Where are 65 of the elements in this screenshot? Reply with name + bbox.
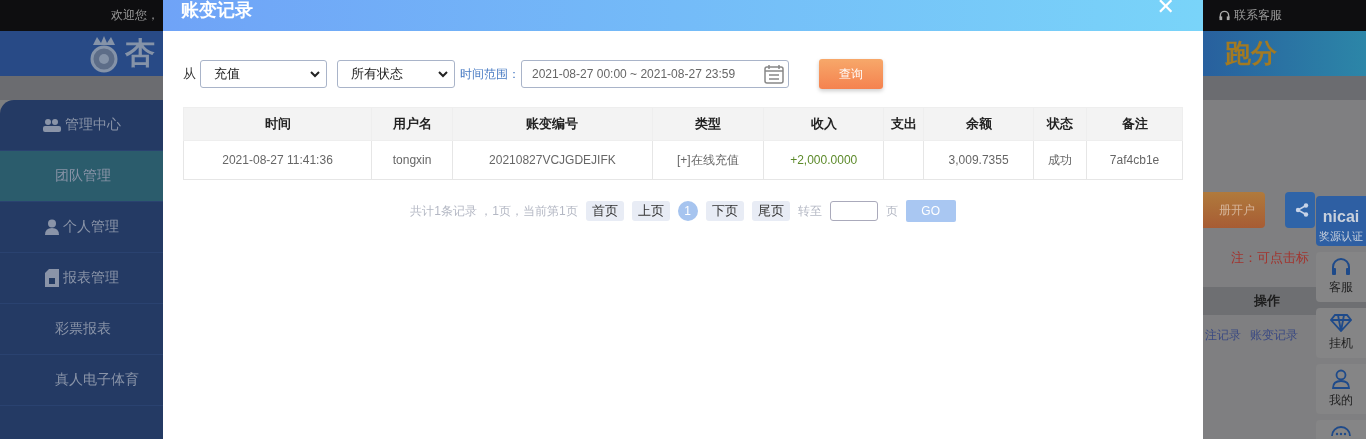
floating-bar-item[interactable]: 挂机 bbox=[1316, 308, 1366, 358]
sidebar-subitem[interactable]: 团队管理 bbox=[0, 151, 163, 202]
column-header: 账变编号 bbox=[452, 107, 653, 141]
last-page-button[interactable]: 尾页 bbox=[751, 201, 790, 221]
contact-service-link[interactable]: 联系客服 bbox=[1234, 7, 1282, 24]
floating-label: 我的 bbox=[1329, 392, 1353, 409]
register-button[interactable]: 册开户 bbox=[1203, 192, 1265, 228]
table-cell: +2,000.0000 bbox=[790, 153, 858, 167]
date-range-field[interactable]: 2021-08-27 00:00 ~ 2021-08-27 23:59 bbox=[521, 60, 789, 88]
next-page-button[interactable]: 下页 bbox=[705, 201, 744, 221]
person-icon bbox=[44, 219, 59, 235]
chevron-down-icon bbox=[310, 70, 320, 78]
brand-text: nicai bbox=[1322, 208, 1360, 226]
page-suffix-label: 页 bbox=[885, 202, 898, 220]
floating-label: 奖源认证 bbox=[1319, 229, 1363, 244]
calendar-icon bbox=[764, 64, 784, 84]
chevron-down-icon bbox=[438, 70, 448, 78]
headset-icon bbox=[1219, 10, 1230, 21]
chat-icon bbox=[1331, 426, 1351, 436]
goto-label: 转至 bbox=[797, 202, 822, 220]
column-header: 时间 bbox=[183, 107, 372, 141]
record-link[interactable]: 注记录 bbox=[1205, 327, 1241, 344]
page-input-field[interactable] bbox=[829, 201, 878, 221]
from-label: 从 bbox=[183, 65, 196, 83]
type-select[interactable]: 充值 bbox=[200, 60, 327, 88]
column-header: 操作 bbox=[1254, 292, 1280, 310]
table-cell: 成功 bbox=[1048, 152, 1073, 167]
floating-label: 挂机 bbox=[1329, 335, 1353, 352]
column-header: 类型 bbox=[652, 107, 764, 141]
column-header: 状态 bbox=[1033, 107, 1087, 141]
first-page-button[interactable]: 首页 bbox=[585, 201, 624, 221]
column-header: 用户名 bbox=[371, 107, 453, 141]
document-icon bbox=[44, 269, 59, 287]
note-text: 注：可点击标 bbox=[1231, 249, 1310, 267]
record-link[interactable]: 账变记录 bbox=[1250, 327, 1298, 344]
floating-bar-item[interactable] bbox=[1316, 420, 1366, 439]
floating-bar-item[interactable]: 我的 bbox=[1316, 364, 1366, 414]
table-cell: [+]在线充值 bbox=[676, 152, 739, 167]
diamond-icon bbox=[1330, 314, 1352, 332]
user-icon bbox=[1331, 369, 1351, 389]
banner-text: 跑分 bbox=[1225, 37, 1277, 70]
table-cell: 3,009.7355 bbox=[948, 153, 1009, 167]
floating-bar-item[interactable]: 客服 bbox=[1316, 252, 1366, 302]
column-header: 余额 bbox=[923, 107, 1034, 141]
table-cell: 7af4cb1e bbox=[1109, 153, 1160, 167]
floating-bar-item[interactable]: nicai 奖源认证 bbox=[1316, 196, 1366, 246]
column-header: 备注 bbox=[1086, 107, 1183, 141]
share-button[interactable] bbox=[1285, 192, 1315, 228]
headset-icon bbox=[1331, 258, 1351, 276]
time-range-label: 时间范围： bbox=[460, 65, 520, 83]
column-header: 支出 bbox=[883, 107, 924, 141]
status-select[interactable]: 所有状态 bbox=[337, 60, 455, 88]
modal-title: 账变记录 bbox=[181, 0, 253, 22]
table-cell: 2021-08-27 11:41:36 bbox=[222, 153, 333, 167]
welcome-text: 欢迎您， bbox=[111, 7, 160, 24]
table-cell: 20210827VCJGDEJIFK bbox=[489, 153, 616, 167]
record-summary: 共计1条记录 ，1页，当前第1页 bbox=[410, 202, 578, 220]
column-header: 收入 bbox=[763, 107, 884, 141]
table-cell: tongxin bbox=[392, 153, 432, 167]
share-icon bbox=[1295, 203, 1309, 217]
previous-page-button[interactable]: 上页 bbox=[631, 201, 670, 221]
logo-text: 杏 bbox=[125, 35, 156, 71]
floating-label: 客服 bbox=[1329, 279, 1353, 296]
people-icon bbox=[42, 118, 61, 132]
query-button[interactable]: 查询 bbox=[819, 59, 883, 89]
